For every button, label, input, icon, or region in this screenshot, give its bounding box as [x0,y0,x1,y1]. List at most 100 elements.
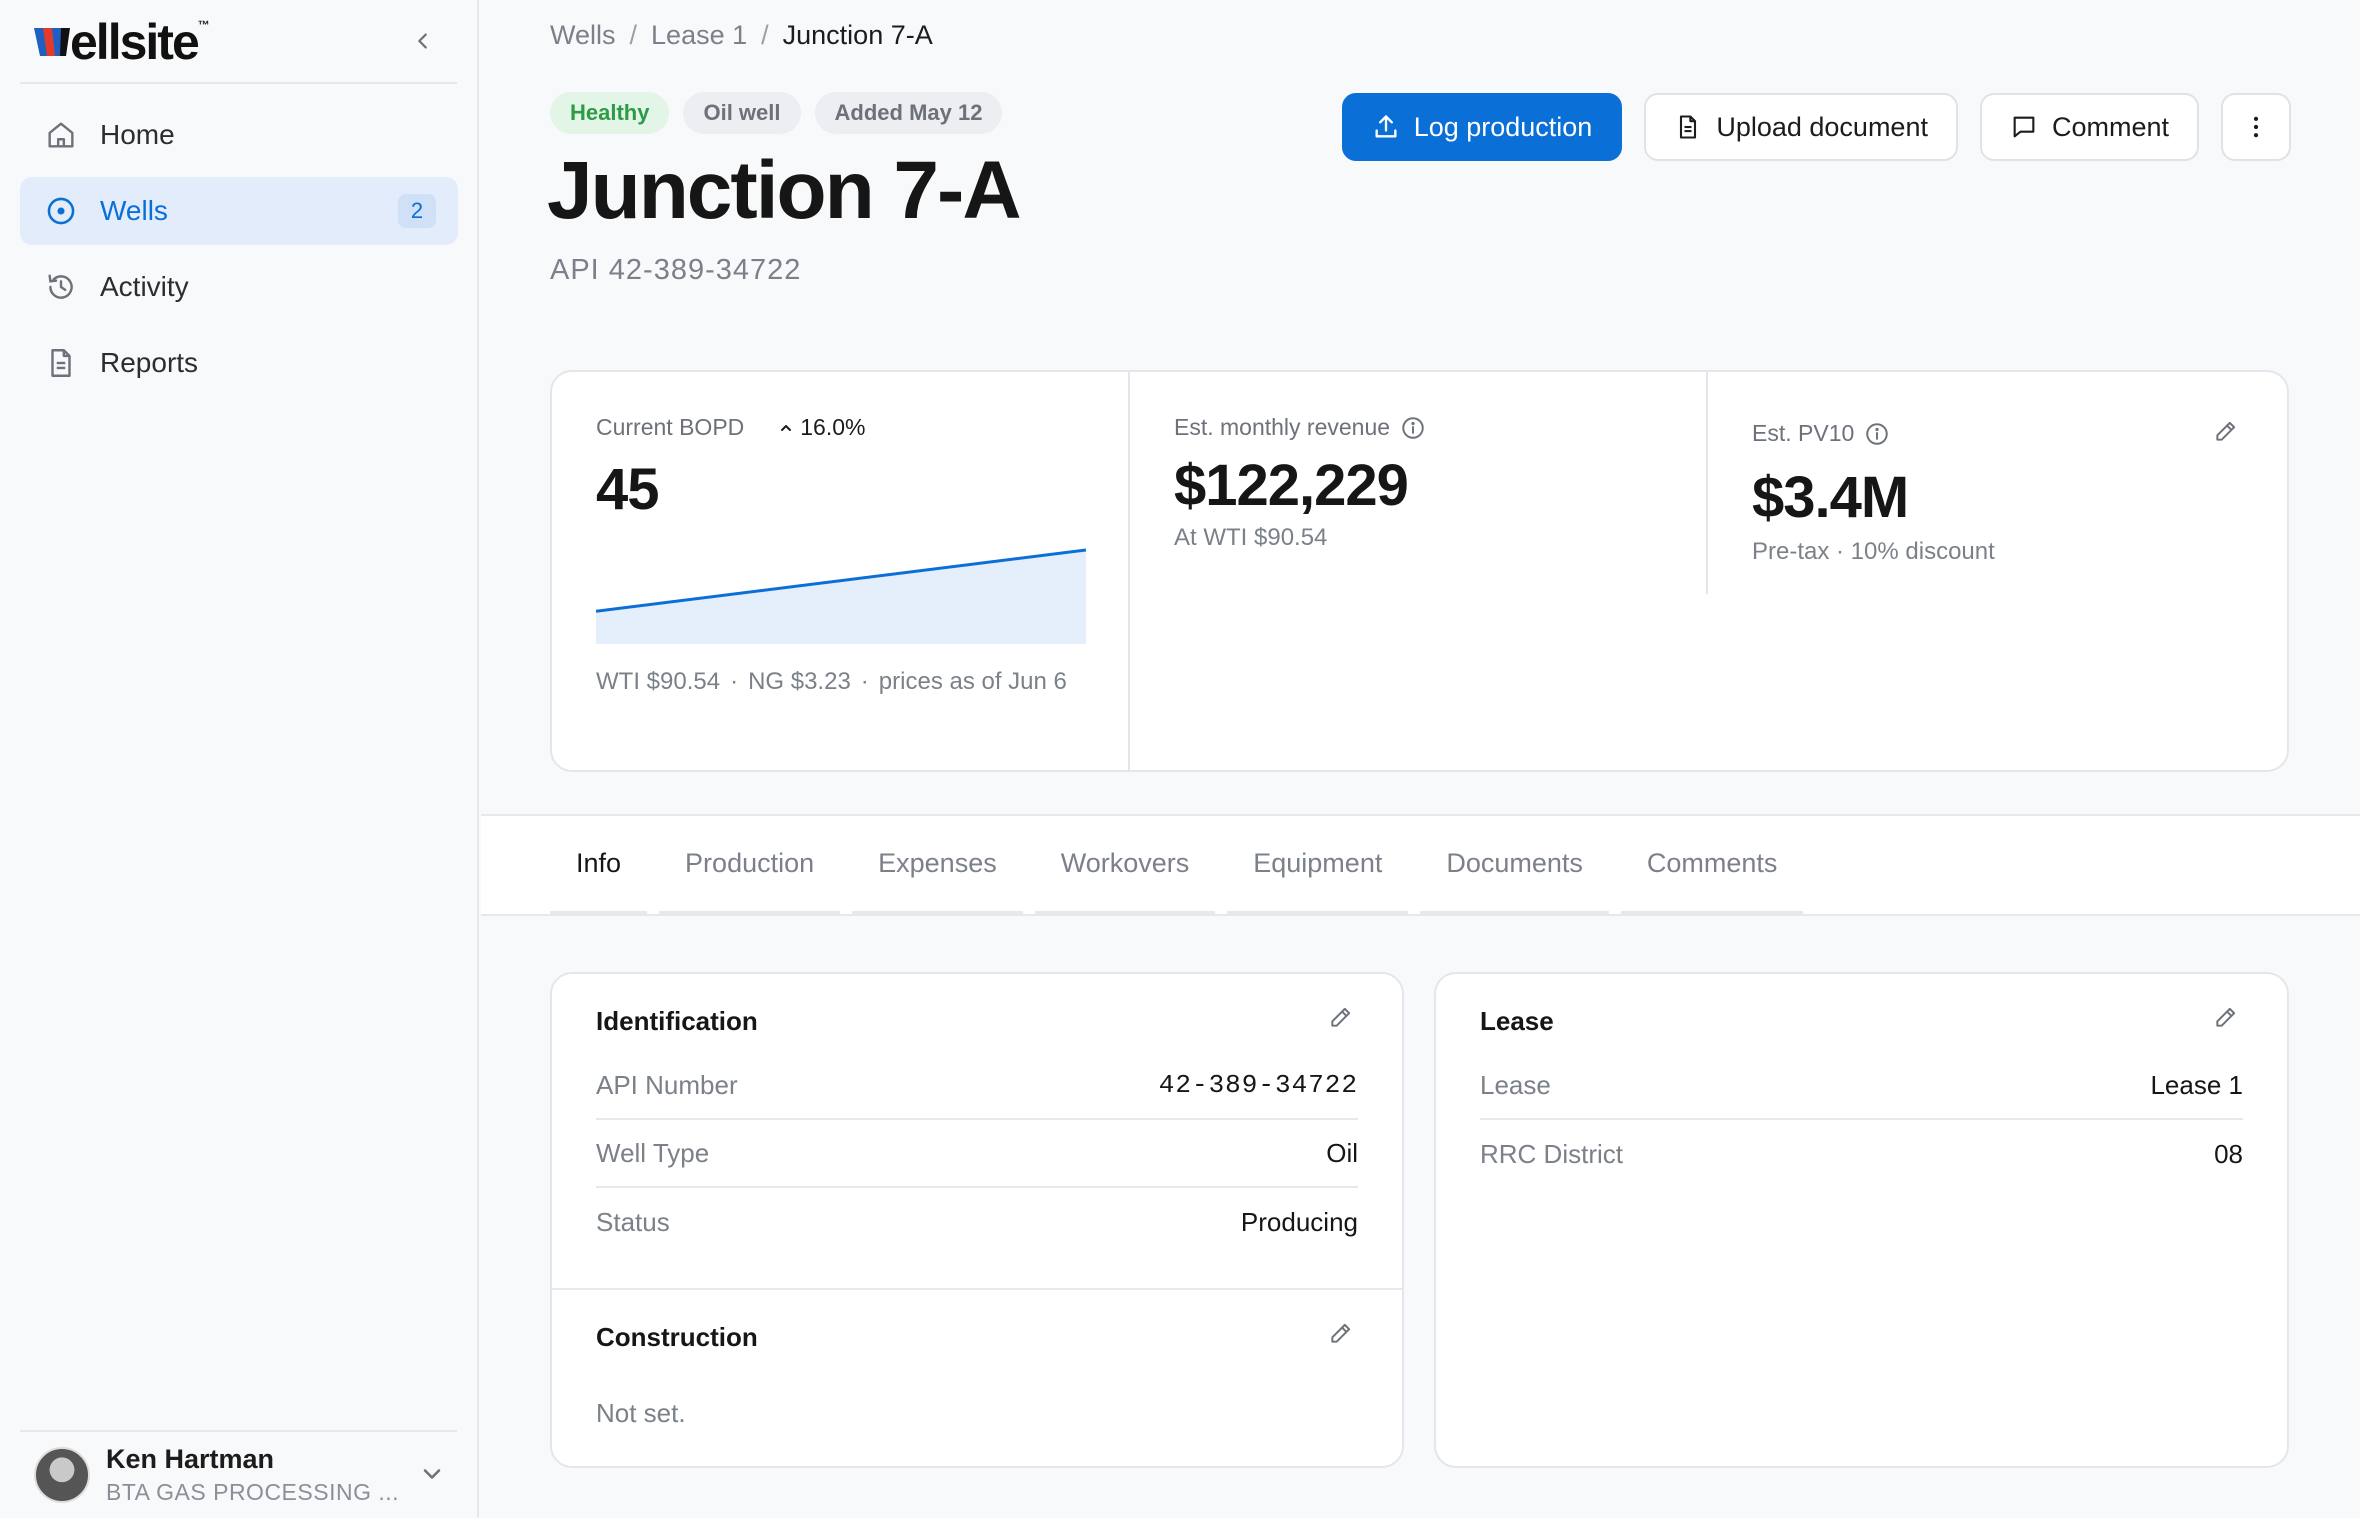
wells-count-badge: 2 [398,194,436,228]
lease-title: Lease [1480,1006,1554,1036]
sidebar-item-label: Wells [100,195,168,226]
kv-key: Status [596,1206,670,1237]
sidebar-item-label: Reports [100,347,199,378]
comment-icon [2013,116,2035,138]
kv-key: RRC District [1480,1138,1623,1169]
breadcrumb-link-wells[interactable]: Wells [550,20,616,51]
api-subtitle: API 42-389-34722 [550,254,802,286]
sparkline-area [596,550,1086,644]
sidebar-item-wells[interactable]: Wells 2 [20,177,458,245]
history-icon [44,270,78,304]
bopd-change-value: 16.0% [800,414,866,440]
revenue-value: $122,229 [1174,453,1409,518]
construction-title: Construction [596,1322,758,1352]
kv-well-type: Well Type Oil [596,1120,1358,1188]
sidebar-nav: Home Wells 2 Activity Reports [20,101,458,405]
revenue-label: Est. monthly revenue [1174,414,1391,440]
edit-construction-icon[interactable] [1328,1320,1358,1350]
kv-key: Lease [1480,1069,1551,1100]
tab-bar: Info Production Expenses Workovers Equip… [481,814,2360,916]
tab-expenses[interactable]: Expenses [852,816,1023,914]
kv-value: Oil [1326,1137,1358,1168]
log-production-button[interactable]: Log production [1341,93,1623,161]
price-separator: · [860,668,869,695]
breadcrumb-link-lease[interactable]: Lease 1 [651,20,747,51]
kv-key: Well Type [596,1137,710,1168]
home-icon [44,118,78,152]
edit-lease-icon[interactable] [2213,1004,2243,1034]
brand-logo[interactable]: ellsite ™ [34,14,210,70]
wti-price: WTI $90.54 [596,668,721,695]
upload-document-label: Upload document [1716,111,1928,142]
page-actions: Log production Upload document Comment [1341,93,2291,161]
identification-panel: Identification API Number 42-389-34722 W… [550,972,1404,1468]
upload-document-button[interactable]: Upload document [1644,93,1958,161]
pv10-value: $3.4M [1752,465,1909,530]
sidebar-item-home[interactable]: Home [20,101,458,169]
tab-production[interactable]: Production [659,816,841,914]
lease-panel: Lease Lease Lease 1 RRC District 08 [1434,972,2289,1468]
info-icon[interactable] [1400,415,1426,441]
edit-pv10-icon[interactable] [2213,418,2243,448]
chevron-down-icon [418,1460,448,1490]
document-icon [1680,115,1697,139]
pv10-label: Est. PV10 [1752,420,1855,446]
avatar [34,1447,90,1503]
well-stats-card: Current BOPD 16.0% 45 WTI $90.54 · NG $3.2… [550,370,2289,772]
breadcrumb-separator: / [629,20,638,50]
bopd-sparkline [596,548,1086,644]
comment-label: Comment [2051,111,2169,142]
construction-empty-text: Not set. [596,1398,686,1428]
identification-title: Identification [596,1006,758,1036]
breadcrumb-separator: / [761,20,769,50]
comment-button[interactable]: Comment [1979,93,2199,161]
brand-trademark: ™ [197,18,210,32]
tab-documents[interactable]: Documents [1420,816,1609,914]
sidebar-item-activity[interactable]: Activity [20,253,458,321]
upload-icon [1375,115,1397,138]
caret-up-icon [781,424,792,431]
breadcrumb: Wells / Lease 1 / Junction 7-A [550,20,933,51]
user-organization: BTA GAS PROCESSING ... [106,1479,400,1505]
kv-status: Status Producing [596,1188,1358,1256]
stat-pv10: Est. PV10 $3.4M Pre-tax · 10% discount [1708,372,2287,770]
ng-price: NG $3.23 [748,668,851,695]
panel-divider [552,1288,1402,1290]
kv-api-number: API Number 42-389-34722 [596,1052,1358,1120]
kv-key: API Number [596,1069,738,1100]
tab-info[interactable]: Info [550,816,648,914]
sidebar-item-label: Activity [100,271,189,302]
kv-value: 42-389-34722 [1158,1070,1358,1100]
well-tags: Healthy Oil well Added May 12 [550,92,1003,134]
prices-as-of: prices as of Jun 6 [878,668,1067,695]
collapse-sidebar-button[interactable] [406,24,440,58]
more-vertical-icon [2253,116,2259,138]
stat-current-bopd: Current BOPD 16.0% 45 WTI $90.54 · NG $3.2… [552,372,1130,770]
revenue-note: At WTI $90.54 [1174,524,1328,551]
bopd-change: 16.0% [778,414,865,441]
info-icon[interactable] [1864,421,1890,447]
kv-lease: Lease Lease 1 [1480,1052,2243,1120]
more-actions-button[interactable] [2221,93,2291,161]
target-icon [44,194,78,228]
main-content: Wells / Lease 1 / Junction 7-A Healthy O… [481,0,2360,1518]
sidebar-item-reports[interactable]: Reports [20,329,458,397]
tab-equipment[interactable]: Equipment [1227,816,1409,914]
chevron-left-icon [418,33,427,49]
well-type-badge: Oil well [683,92,801,134]
edit-identification-icon[interactable] [1328,1004,1358,1034]
kv-value: Producing [1240,1206,1358,1237]
brand-name: ellsite [70,14,200,70]
wellsite-logo-mark [34,28,70,56]
kv-rrc-district: RRC District 08 [1480,1120,2243,1188]
sidebar: ellsite ™ Home Wells 2 Activity Reports … [0,0,479,1518]
commodity-prices: WTI $90.54 · NG $3.23 · prices as of Jun 6 [596,664,1096,700]
stat-monthly-revenue: Est. monthly revenue $122,229 At WTI $90… [1130,372,1708,770]
user-menu[interactable]: Ken Hartman BTA GAS PROCESSING ... [20,1432,458,1518]
added-date-badge: Added May 12 [814,92,1003,134]
bopd-value: 45 [596,457,660,522]
tab-workovers[interactable]: Workovers [1034,816,1216,914]
user-name: Ken Hartman [106,1444,275,1474]
price-separator: · [730,668,739,695]
tab-comments[interactable]: Comments [1620,816,1804,914]
